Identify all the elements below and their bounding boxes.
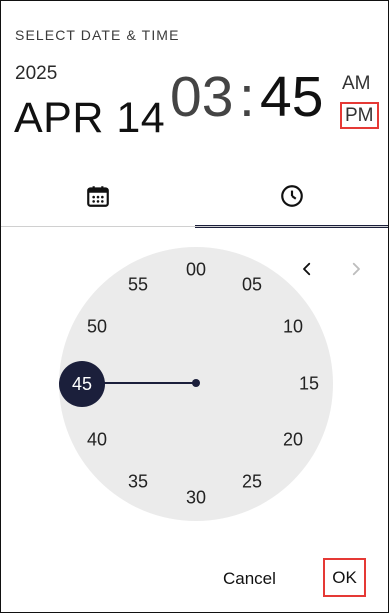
year-display[interactable]: 2025 — [15, 63, 57, 85]
previous-button[interactable] — [297, 261, 317, 281]
date-display[interactable]: APR 14 — [14, 94, 165, 143]
am-toggle[interactable]: AM — [342, 74, 371, 93]
cancel-button[interactable]: Cancel — [223, 569, 276, 589]
calendar-icon — [85, 183, 111, 214]
next-button[interactable] — [346, 261, 366, 281]
minute-option-20[interactable]: 20 — [283, 430, 303, 451]
tab-clock[interactable] — [195, 171, 388, 228]
pm-toggle[interactable]: PM — [340, 102, 379, 129]
minute-option-55[interactable]: 55 — [128, 275, 148, 296]
hour-display[interactable]: 03 — [170, 69, 233, 126]
minute-option-50[interactable]: 50 — [87, 317, 107, 338]
chevron-left-icon — [298, 260, 316, 283]
minute-option-25[interactable]: 25 — [242, 472, 262, 493]
time-separator: : — [239, 65, 255, 129]
picker-title: SELECT DATE & TIME — [15, 27, 180, 43]
tabs-divider — [1, 226, 388, 227]
selected-minute-45[interactable]: 45 — [59, 361, 105, 407]
chevron-right-icon — [347, 260, 365, 283]
ok-button[interactable]: OK — [323, 558, 366, 597]
minute-option-30[interactable]: 30 — [186, 488, 206, 509]
clock-icon — [279, 183, 305, 214]
minute-option-40[interactable]: 40 — [87, 430, 107, 451]
picker-tabs — [1, 171, 388, 228]
date-time-picker: SELECT DATE & TIME 2025 APR 14 03 : 45 A… — [0, 0, 389, 613]
minute-option-10[interactable]: 10 — [283, 317, 303, 338]
minute-option-15[interactable]: 15 — [299, 374, 319, 395]
minute-option-05[interactable]: 05 — [242, 275, 262, 296]
clock-hand-center — [192, 379, 200, 387]
minute-display[interactable]: 45 — [260, 69, 323, 126]
minute-option-35[interactable]: 35 — [128, 472, 148, 493]
minute-option-00[interactable]: 00 — [186, 260, 206, 281]
tab-calendar[interactable] — [1, 171, 194, 225]
